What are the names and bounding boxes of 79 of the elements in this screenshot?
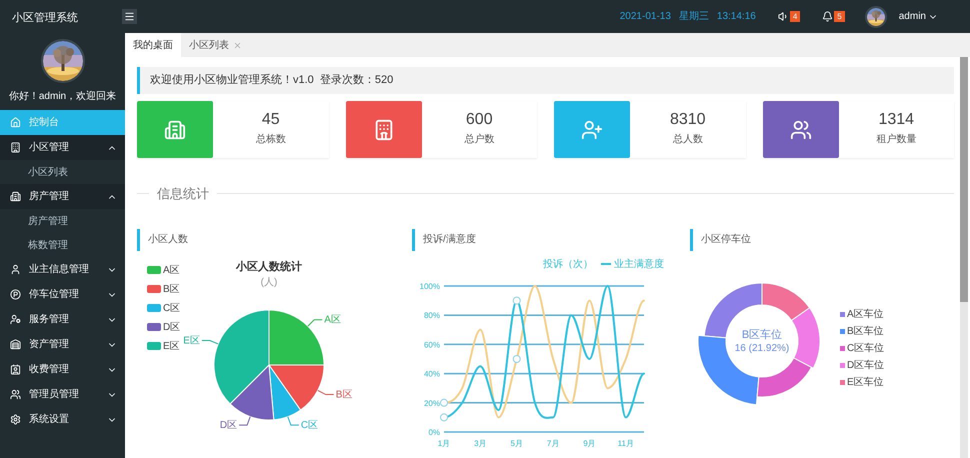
leader-line (238, 416, 251, 426)
axis-label: 1月 (438, 438, 450, 448)
stat-value: 8310 (670, 112, 706, 128)
panel-title: 投诉/满意度 (423, 232, 476, 247)
user-name[interactable]: admin (898, 9, 926, 24)
app-title: 小区管理系统 (12, 12, 78, 24)
legend-label[interactable]: C区车位 (847, 340, 884, 356)
stat-value: 1314 (878, 112, 914, 128)
users-icon (790, 118, 812, 140)
parking-icon (10, 289, 21, 300)
alert-count-badge: 5 (834, 11, 845, 22)
axis-label: 40% (424, 369, 440, 378)
center-label: B区车位 (742, 328, 782, 340)
axis-label: 0% (428, 428, 440, 436)
slice-label: E区 (183, 336, 200, 346)
leader-line (307, 319, 323, 327)
legend-label[interactable]: D区车位 (847, 358, 884, 372)
panel-title: 小区人数 (148, 232, 188, 247)
user-gear-icon (10, 314, 21, 325)
scrollbar-thumb[interactable] (960, 57, 968, 302)
legend-label[interactable]: B区 (163, 282, 180, 296)
users-icon (10, 389, 21, 400)
axis-label: 11月 (618, 438, 634, 448)
legend-label[interactable]: D区 (163, 320, 180, 334)
settings-icon (10, 414, 21, 425)
menu-button[interactable] (122, 9, 137, 24)
speaker-icon[interactable] (778, 11, 789, 22)
building-icon (164, 118, 186, 140)
contact-card-icon (10, 364, 21, 375)
slice-label: A区 (324, 314, 341, 326)
building-icon (10, 142, 21, 153)
stat-value: 600 (466, 112, 493, 128)
legend-label[interactable]: E区 (163, 338, 180, 354)
axis-label: 20% (424, 398, 440, 408)
home-icon (10, 117, 21, 128)
axis-label: 60% (424, 340, 440, 349)
greeting-text: 你好！admin，欢迎回来 (8, 90, 116, 104)
panel-title: 小区停车位 (701, 232, 751, 247)
axis-label: 5月 (510, 438, 523, 448)
legend-label[interactable]: C区 (163, 300, 180, 316)
scrollbar[interactable] (960, 57, 968, 458)
time-text: 13:14:16 (716, 10, 756, 24)
menu-icon (124, 11, 135, 22)
stat-label: 总人数 (672, 132, 703, 147)
warehouse-icon (10, 339, 21, 350)
stat-value: 45 (262, 112, 280, 128)
sidebar-item[interactable]: 房产管理 (0, 184, 125, 209)
axis-label: 9月 (583, 438, 596, 448)
building-icon (10, 191, 21, 202)
leader-line (317, 390, 334, 396)
legend-label[interactable]: A区车位 (847, 306, 884, 322)
slice-label: C区 (300, 420, 318, 432)
slice-label: D区 (220, 420, 238, 432)
stat-label: 租户数量 (876, 132, 916, 147)
legend-label[interactable]: E区车位 (847, 374, 884, 390)
welcome-banner: 欢迎使用小区物业管理系统！v1.0 登录次数：520 (137, 67, 954, 94)
bell-icon[interactable] (822, 11, 834, 22)
weekday-text: 星期三 (678, 10, 709, 24)
stat-label: 总户数 (464, 132, 494, 147)
leader-line (287, 416, 300, 426)
sidebar-item[interactable]: 小区管理 (0, 135, 125, 160)
stat-label: 总栋数 (256, 132, 286, 147)
leader-line (201, 340, 219, 344)
axis-label: 80% (424, 310, 440, 320)
date-text: 2021-01-13 (620, 10, 671, 24)
legend-label[interactable]: A区 (163, 262, 180, 278)
axis-label: 3月 (474, 438, 487, 448)
tab[interactable]: 我的桌面 (125, 33, 181, 57)
axis-label: 7月 (546, 438, 560, 448)
user-plus-icon (581, 118, 603, 140)
center-value: 16 (21.92%) (734, 342, 790, 354)
slice-label: B区 (336, 390, 352, 401)
section-title: 信息统计 (156, 185, 210, 203)
notice-count-badge: 4 (790, 11, 800, 22)
user-icon (10, 264, 21, 275)
chart-title: 小区人数统计 (236, 260, 302, 274)
legend-label[interactable]: B区车位 (847, 324, 884, 338)
axis-label: 100% (420, 282, 440, 290)
chart-unit: (人) (260, 276, 278, 290)
